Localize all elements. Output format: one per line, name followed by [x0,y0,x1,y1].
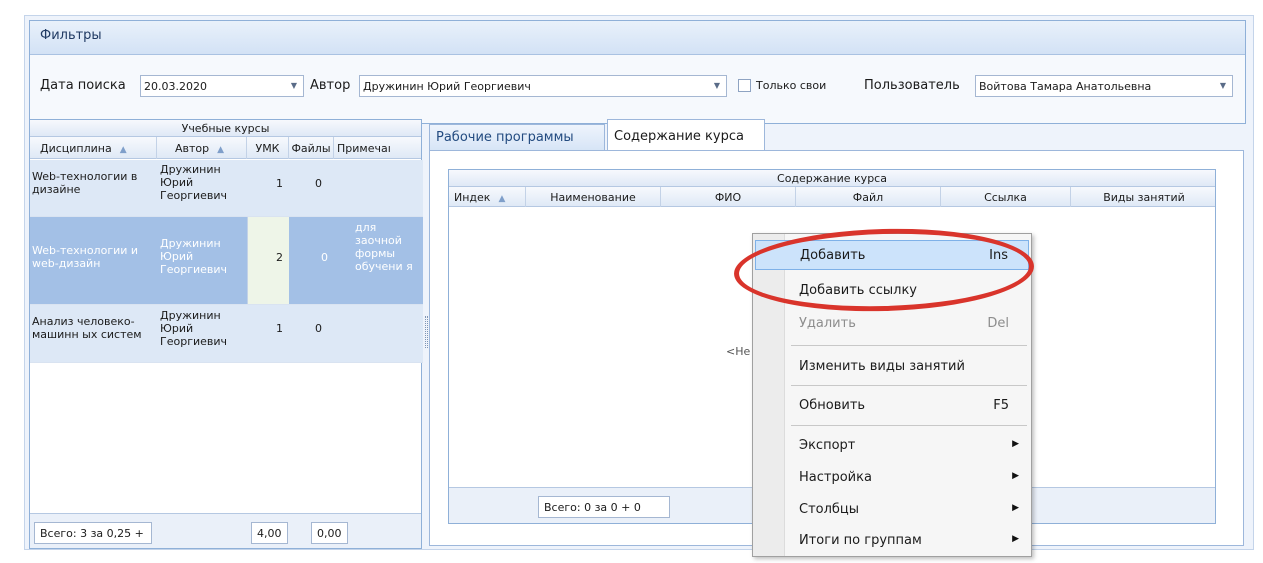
cell-author: Дружинин Юрий Георгиевич [160,163,228,202]
cell-note [334,305,423,362]
column-header-author[interactable]: Автор ▲ [157,137,247,159]
context-menu: Добавить Ins Добавить ссылку Удалить Del… [752,233,1032,557]
splitter-handle[interactable] [425,316,428,348]
cell-files: 0 [315,322,322,335]
footer-files-total: 0,00 [311,522,348,544]
content-footer-total: Всего: 0 за 0 + 0 [538,496,670,518]
footer-total: Всего: 3 за 0,25 + [34,522,152,544]
submenu-arrow-icon: ▶ [1012,439,1019,449]
column-header-files[interactable]: Файлы [289,137,334,159]
content-grid-title: Содержание курса [449,170,1215,187]
cell-discipline: Web-технологии и web-дизайн [32,244,139,270]
user-label: Пользователь [864,78,960,93]
chevron-down-icon[interactable]: ▼ [1220,81,1226,90]
tab-course-content[interactable]: Содержание курса [607,119,765,151]
cell-umk: 1 [276,177,283,190]
cell-note [334,160,423,216]
column-header-note[interactable]: Примечаı [334,137,423,159]
menu-item-add-link[interactable]: Добавить ссылку [755,276,1029,306]
column-header-discipline[interactable]: Дисциплина ▲ [30,137,157,159]
filters-row: Дата поиска 20.03.2020 ▼ Автор Дружинин … [30,75,1245,99]
table-row-selected[interactable]: Web-технологии и web-дизайн Дружинин Юри… [30,217,423,305]
chevron-down-icon[interactable]: ▼ [291,81,297,90]
date-picker[interactable]: 20.03.2020 ▼ [140,75,304,97]
cell-files: 0 [315,177,322,190]
filters-panel: Фильтры Дата поиска 20.03.2020 ▼ Автор Д… [29,20,1246,124]
courses-grid: Учебные курсы Дисциплина ▲ Автор ▲ УМК Фай… [29,119,423,549]
sort-asc-icon: ▲ [498,194,506,204]
column-header-lesson-types[interactable]: Виды занятий [1071,187,1217,207]
date-label: Дата поиска [40,78,126,93]
table-row[interactable]: Web-технологии в дизайне Дружинин Юрий Г… [30,160,423,217]
courses-grid-title: Учебные курсы [30,120,421,137]
cell-discipline: Анализ человеко-машинн ых систем [32,315,142,341]
menu-item-add[interactable]: Добавить Ins [755,240,1029,270]
user-value: Войтова Тамара Анатольевна [979,80,1152,93]
cell-umk[interactable]: 2 [247,217,289,304]
submenu-arrow-icon: ▶ [1012,534,1019,544]
menu-separator [791,345,1027,346]
tab-work-programs[interactable]: Рабочие программы [429,124,605,151]
sort-asc-icon: ▲ [119,145,127,155]
courses-grid-header: Дисциплина ▲ Автор ▲ УМК Файлы Примечаı [30,137,421,159]
menu-item-settings[interactable]: Настройка ▶ [755,463,1029,493]
cell-discipline: Web-технологии в дизайне [32,170,138,196]
chevron-down-icon[interactable]: ▼ [714,81,720,90]
author-label: Автор [310,78,351,93]
menu-separator [791,385,1027,386]
user-combo[interactable]: Войтова Тамара Анатольевна ▼ [975,75,1233,97]
only-mine-checkbox[interactable] [738,79,751,92]
cell-note: для заочной формы обучени я [355,221,413,273]
cell-author: Дружинин Юрий Георгиевич [160,237,228,276]
content-grid-header: Индек ▲ Наименование ФИО Файл Ссылка Виды… [449,187,1215,207]
no-data-text: <Не [726,345,751,358]
menu-item-group-totals[interactable]: Итоги по группам ▶ [755,526,1029,556]
author-combo[interactable]: Дружинин Юрий Георгиевич ▼ [359,75,727,97]
column-header-index[interactable]: Индек ▲ [449,187,526,207]
menu-item-delete[interactable]: Удалить Del [755,309,1029,339]
menu-item-refresh[interactable]: Обновить F5 [755,391,1029,421]
menu-item-export[interactable]: Экспорт ▶ [755,431,1029,461]
column-header-name[interactable]: Наименование [526,187,661,207]
cell-umk: 1 [276,322,283,335]
column-header-file[interactable]: Файл [796,187,941,207]
date-value: 20.03.2020 [144,80,207,93]
column-header-link[interactable]: Ссылка [941,187,1071,207]
menu-separator [791,425,1027,426]
courses-grid-footer: Всего: 3 за 0,25 + 4,00 0,00 [30,513,421,548]
application-window: Фильтры Дата поиска 20.03.2020 ▼ Автор Д… [24,15,1254,550]
submenu-arrow-icon: ▶ [1012,471,1019,481]
cell-files: 0 [321,251,328,264]
table-row[interactable]: Анализ человеко-машинн ых систем Дружини… [30,305,423,363]
filters-title: Фильтры [30,21,1245,55]
menu-item-change-lesson-types[interactable]: Изменить виды занятий [755,352,1029,382]
column-header-fio[interactable]: ФИО [661,187,796,207]
sort-asc-icon: ▲ [217,145,225,155]
cell-author: Дружинин Юрий Георгиевич [160,309,228,348]
column-header-umk[interactable]: УМК [247,137,289,159]
footer-umk-total: 4,00 [251,522,288,544]
menu-item-columns[interactable]: Столбцы ▶ [755,495,1029,525]
only-mine-label: Только свои [756,79,827,92]
author-value: Дружинин Юрий Георгиевич [363,80,531,93]
submenu-arrow-icon: ▶ [1012,503,1019,513]
